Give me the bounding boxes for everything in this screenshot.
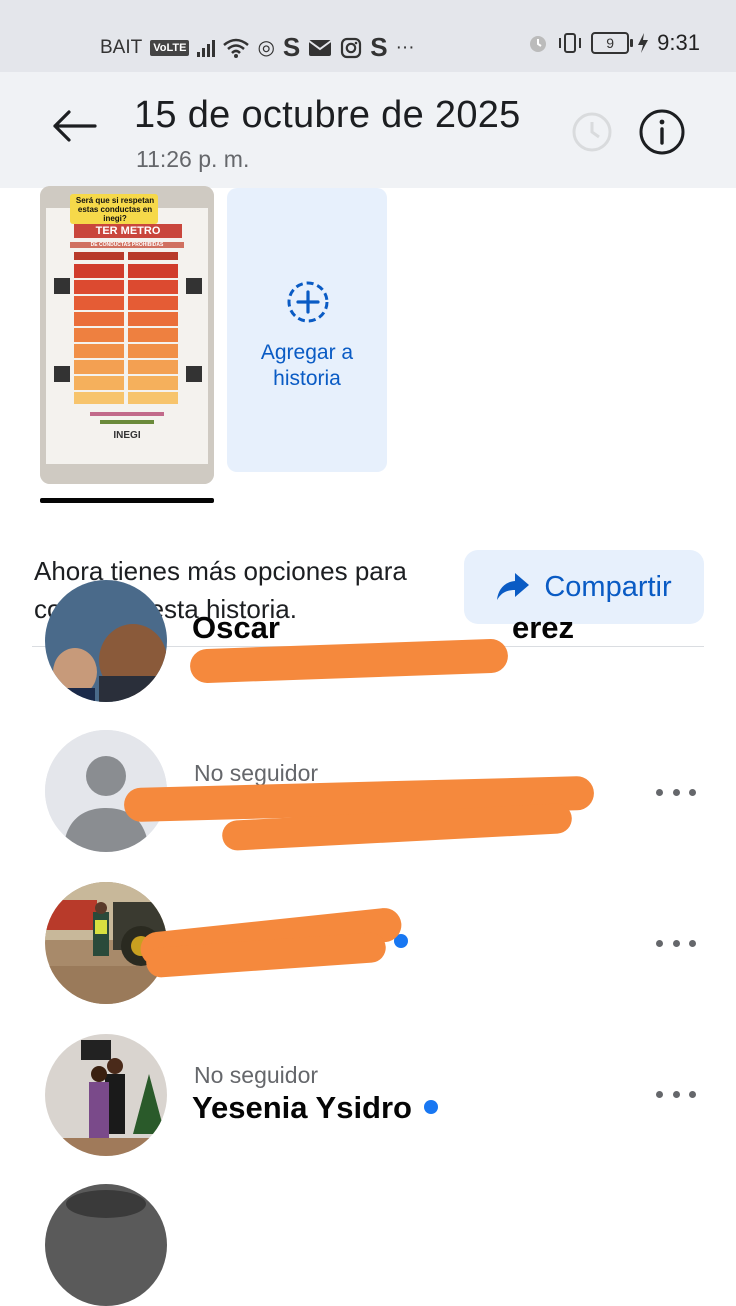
viewer-avatar[interactable] (45, 1184, 167, 1306)
clock-time: 9:31 (657, 30, 700, 55)
carrier-label: BAIT (100, 36, 143, 58)
status-bar: BAIT VoLTE ◎ S S ··· 9 9:31 (0, 0, 736, 72)
instagram-icon (341, 37, 362, 58)
story-thumbnail[interactable]: Será que si respetan estas conductas en … (40, 186, 214, 484)
mail-icon (308, 39, 332, 56)
app-s-icon: S (282, 32, 301, 62)
vibrate-icon (559, 33, 582, 53)
add-to-story-button[interactable]: Agregar a historia (227, 188, 387, 472)
selected-story-indicator (40, 498, 214, 503)
story-header: 15 de octubre de 2025 11:26 p. m. (0, 72, 736, 188)
story-caption: Será que si respetan estas conductas en … (75, 196, 155, 223)
add-story-icon (287, 281, 329, 323)
viewer-more-button[interactable] (656, 780, 696, 804)
story-poster-logo: INEGI (113, 430, 141, 441)
share-area-mask (0, 536, 736, 646)
arrow-left-icon (53, 110, 97, 142)
viewer-more-button[interactable] (656, 1082, 696, 1106)
viewer-more-button[interactable] (656, 931, 696, 955)
back-button[interactable] (48, 100, 100, 152)
battery-icon: 9 (591, 32, 634, 54)
status-bar-right: 9 9:31 (527, 30, 700, 56)
viewer-avatar[interactable] (45, 1034, 167, 1156)
story-poster-heading: TER METRO (95, 225, 161, 237)
viewer-name-row: Yesenia Ysidro (192, 1090, 438, 1126)
app-s2-icon: S (370, 32, 388, 62)
history-icon (572, 112, 612, 152)
viewer-name[interactable]: Yesenia Ysidro (192, 1090, 412, 1125)
wifi-icon (223, 38, 250, 58)
status-bar-left: BAIT VoLTE ◎ S S ··· (100, 32, 415, 63)
volte-badge: VoLTE (150, 39, 190, 56)
story-time: 11:26 p. m. (136, 146, 250, 172)
alarm-icon (530, 36, 547, 52)
online-status-dot (424, 1099, 438, 1114)
story-poster-sub: DE CONDUCTAS PROHIBIDAS (90, 242, 164, 248)
story-date-title: 15 de octubre de 2025 (134, 94, 521, 136)
signal-icon (197, 39, 216, 57)
battery-level: 9 (606, 35, 615, 51)
viewer-follow-status: No seguidor (194, 1062, 319, 1088)
add-story-label: Agregar a historia (260, 341, 354, 390)
charging-icon (638, 33, 649, 53)
nfc-icon: ◎ (257, 37, 275, 59)
info-icon[interactable] (638, 108, 686, 156)
notifications-overflow: ··· (395, 36, 415, 58)
